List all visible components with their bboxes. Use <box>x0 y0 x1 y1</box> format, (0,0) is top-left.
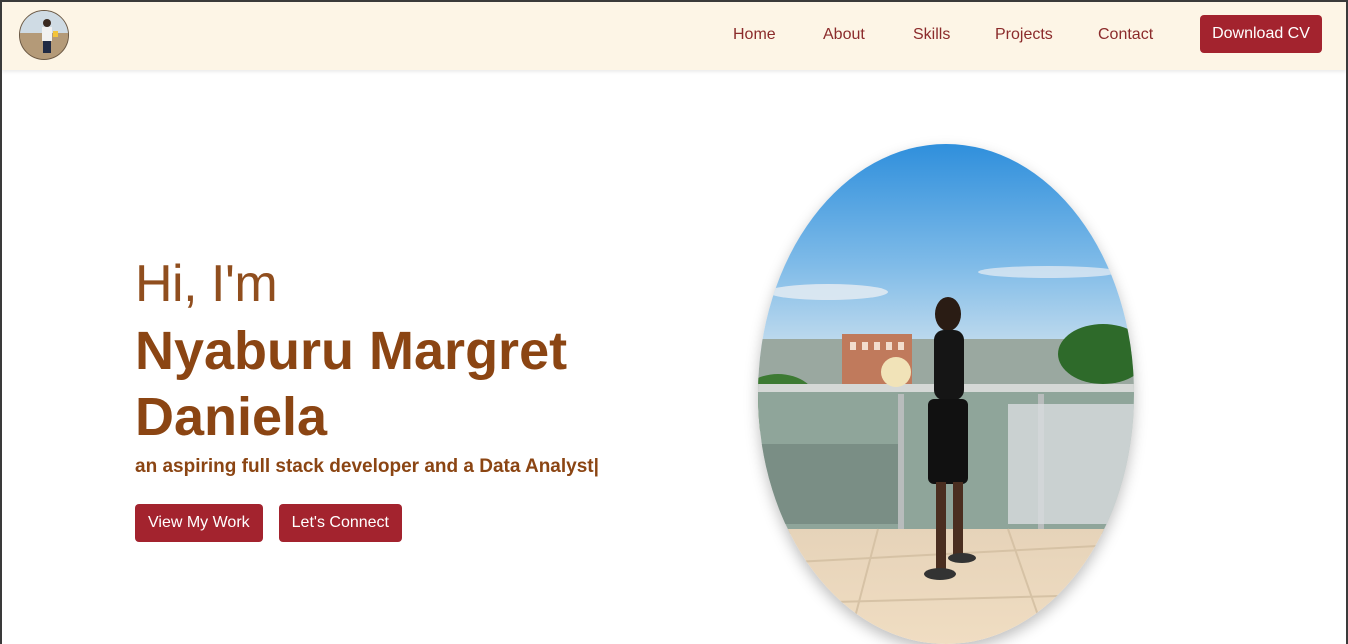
download-cv-button[interactable]: Download CV <box>1200 15 1322 53</box>
view-my-work-button[interactable]: View My Work <box>135 504 263 542</box>
logo-avatar[interactable] <box>19 10 69 60</box>
nav-links: Home About Skills Projects Contact <box>733 26 1183 46</box>
nav-link-about[interactable]: About <box>823 26 865 44</box>
page-frame: Home About Skills Projects Contact Downl… <box>0 0 1348 644</box>
hero-buttons: View My Work Let's Connect <box>135 504 402 542</box>
avatar-image <box>20 11 68 59</box>
hero-name: Nyaburu Margret Daniela <box>135 321 568 447</box>
lets-connect-button[interactable]: Let's Connect <box>278 504 402 542</box>
hero-greeting: Hi, I'm <box>135 255 278 313</box>
hero-tagline: an aspiring full stack developer and a D… <box>135 456 599 477</box>
nav-link-skills[interactable]: Skills <box>913 26 950 44</box>
portrait-image <box>758 144 1134 644</box>
navbar: Home About Skills Projects Contact Downl… <box>2 2 1346 70</box>
nav-link-projects[interactable]: Projects <box>995 26 1053 44</box>
portrait-photo <box>758 144 1134 644</box>
nav-link-home[interactable]: Home <box>733 26 776 44</box>
nav-link-contact[interactable]: Contact <box>1098 26 1153 44</box>
